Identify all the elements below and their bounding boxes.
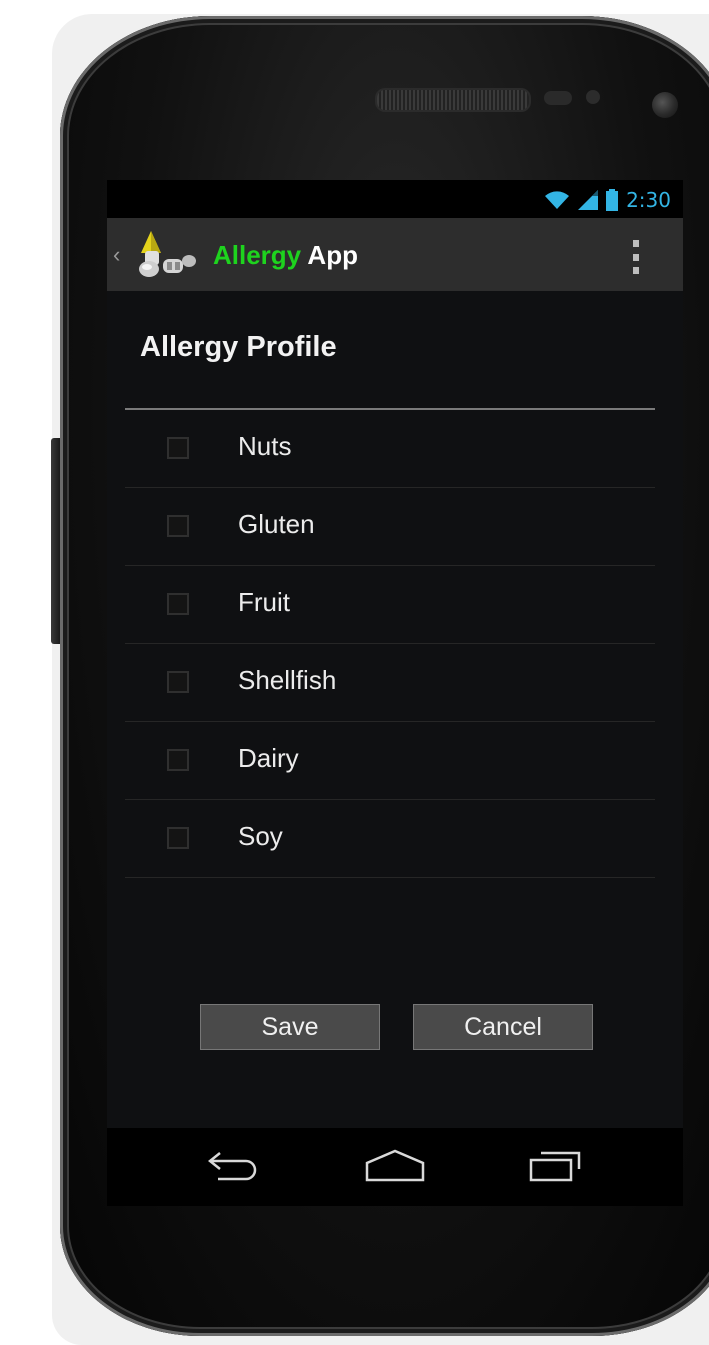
front-camera	[652, 92, 678, 118]
back-button[interactable]	[202, 1146, 262, 1186]
allergy-profile-content: Allergy Profile Nuts Gluten Fruit Shellf…	[107, 291, 683, 1128]
signal-icon	[578, 190, 599, 210]
overflow-menu-icon[interactable]	[625, 240, 647, 274]
save-button[interactable]: Save	[200, 1004, 380, 1050]
allergy-label: Dairy	[238, 743, 299, 773]
allergy-item-fruit[interactable]: Fruit	[125, 566, 655, 644]
checkbox[interactable]	[167, 437, 189, 459]
checkbox[interactable]	[167, 593, 189, 615]
overflow-dot	[633, 267, 639, 274]
phone-screen: 2:30 ‹ Allergy App Allergy Profile Nuts …	[107, 180, 683, 1128]
checkbox[interactable]	[167, 749, 189, 771]
proximity-sensor	[544, 91, 572, 105]
allergy-label: Gluten	[238, 509, 315, 539]
checkbox[interactable]	[167, 827, 189, 849]
recent-apps-icon	[529, 1151, 581, 1182]
allergy-label: Nuts	[238, 431, 292, 461]
allergy-list: Nuts Gluten Fruit Shellfish Dairy Soy	[125, 410, 655, 878]
action-bar: ‹ Allergy App	[107, 218, 683, 291]
allergy-item-soy[interactable]: Soy	[125, 800, 655, 878]
status-icons: 2:30	[544, 188, 671, 212]
allergy-item-shellfish[interactable]: Shellfish	[125, 644, 655, 722]
light-sensor	[586, 90, 600, 104]
allergy-label: Soy	[238, 821, 283, 851]
cancel-button[interactable]: Cancel	[413, 1004, 593, 1050]
overflow-dot	[633, 253, 639, 261]
status-bar: 2:30	[107, 180, 683, 218]
volume-key	[51, 438, 60, 644]
home-button[interactable]	[365, 1146, 425, 1186]
home-icon	[365, 1149, 425, 1182]
page-title: Allergy Profile	[140, 331, 337, 363]
navigation-bar	[107, 1128, 683, 1206]
app-logo-icon[interactable]	[137, 231, 197, 279]
app-title: Allergy App	[213, 240, 358, 271]
allergy-label: Shellfish	[238, 665, 337, 695]
battery-icon	[606, 189, 619, 211]
wifi-icon	[545, 191, 570, 209]
app-title-accent: Allergy	[213, 240, 302, 270]
back-icon	[207, 1152, 257, 1181]
app-title-rest: App	[307, 240, 358, 270]
up-caret-icon[interactable]: ‹	[113, 242, 120, 268]
allergy-label: Fruit	[238, 587, 290, 617]
overflow-dot	[633, 240, 639, 247]
checkbox[interactable]	[167, 671, 189, 693]
checkbox[interactable]	[167, 515, 189, 537]
allergy-item-gluten[interactable]: Gluten	[125, 488, 655, 566]
allergy-item-dairy[interactable]: Dairy	[125, 722, 655, 800]
earpiece-speaker	[375, 88, 531, 112]
allergy-item-nuts[interactable]: Nuts	[125, 410, 655, 488]
status-time: 2:30	[626, 188, 671, 212]
recent-apps-button[interactable]	[525, 1146, 585, 1186]
